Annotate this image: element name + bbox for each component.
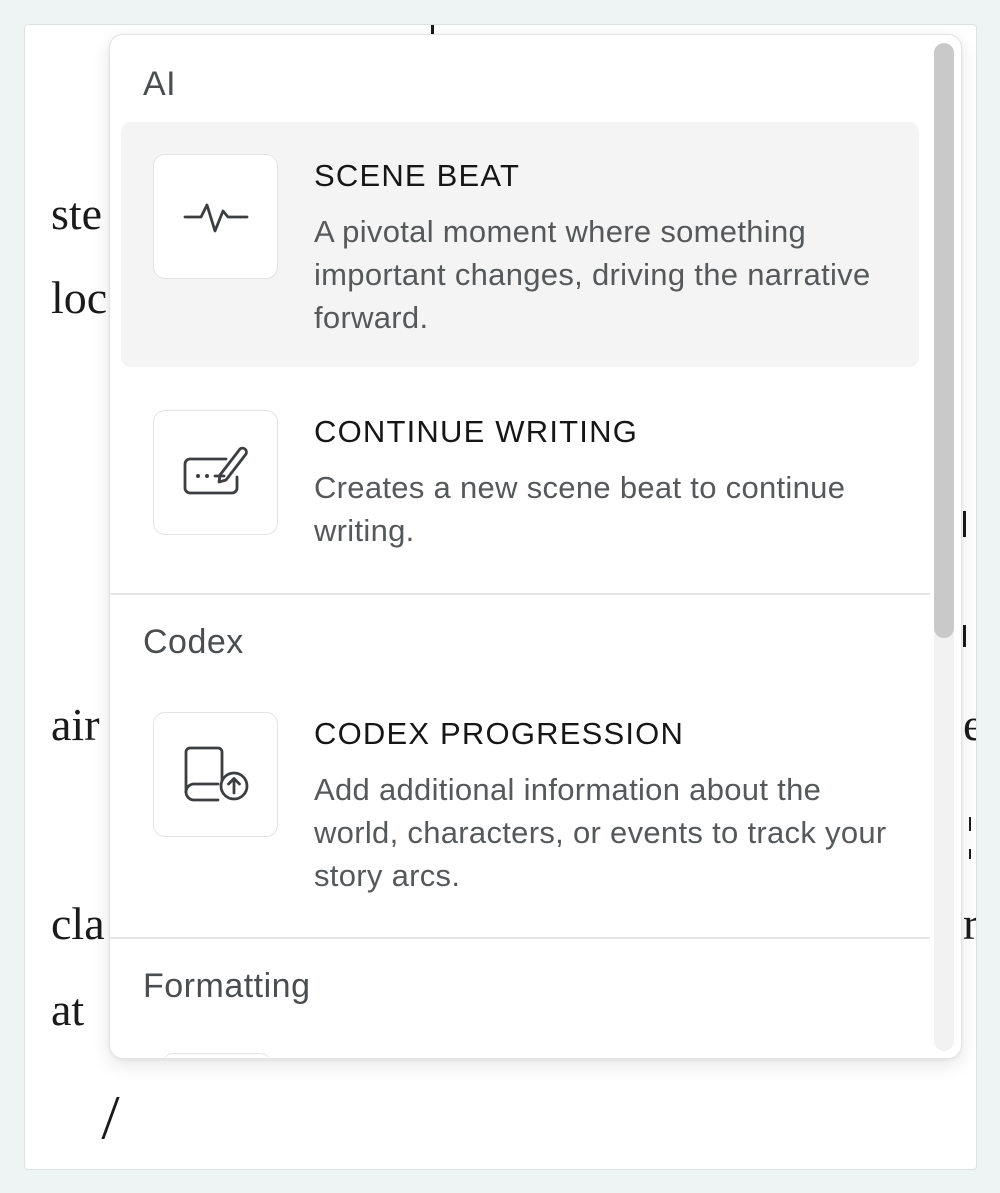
slash-command-menu[interactable]: AI SCENE BEAT A pivotal moment where som…	[109, 34, 962, 1059]
menu-item-scene-beat[interactable]: SCENE BEAT A pivotal moment where someth…	[121, 122, 919, 367]
text-glyph-fragment	[963, 625, 966, 647]
scrollbar[interactable]	[934, 43, 954, 1051]
menu-item-codex-progression[interactable]: CODEX PROGRESSION Add additional informa…	[121, 680, 919, 935]
item-title: CODEX PROGRESSION	[314, 716, 685, 751]
editor-text-fragment: e	[963, 702, 976, 748]
editor-text-fragment: ste	[51, 188, 103, 239]
text-glyph-fragment	[969, 817, 971, 831]
group-label-formatting: Formatting	[143, 967, 311, 1005]
editor-text-fragment: air	[51, 699, 100, 750]
item-title: SCENE BEAT	[314, 158, 521, 193]
editor-text-fragment: cla	[51, 898, 105, 949]
item-description: A pivotal moment where something importa…	[314, 214, 871, 335]
editor-text-fragment: r	[963, 898, 977, 949]
group-divider	[110, 937, 930, 939]
menu-item-continue-writing[interactable]: CONTINUE WRITING Creates a new scene bea…	[121, 378, 919, 593]
item-description: Creates a new scene beat to continue wri…	[314, 470, 846, 548]
text-glyph-fragment	[963, 511, 966, 537]
edit-text-icon	[183, 446, 248, 494]
icon-container	[153, 410, 278, 535]
scrollbar-thumb[interactable]	[934, 43, 954, 638]
slash-command-trigger	[101, 1097, 120, 1139]
text-glyph-fragment	[969, 849, 971, 859]
icon-container	[153, 154, 278, 279]
book-upload-icon	[184, 746, 248, 801]
group-label-ai: AI	[143, 65, 177, 103]
editor-text-fragment: at	[51, 984, 85, 1035]
icon-container	[162, 1053, 272, 1058]
item-title: CONTINUE WRITING	[314, 414, 639, 449]
group-label-codex: Codex	[143, 623, 244, 661]
icon-container	[153, 712, 278, 837]
group-divider	[110, 593, 930, 595]
item-description: Add additional information about the wor…	[314, 772, 887, 893]
pulse-icon	[183, 203, 248, 232]
editor-text-fragment: loc	[51, 272, 108, 323]
